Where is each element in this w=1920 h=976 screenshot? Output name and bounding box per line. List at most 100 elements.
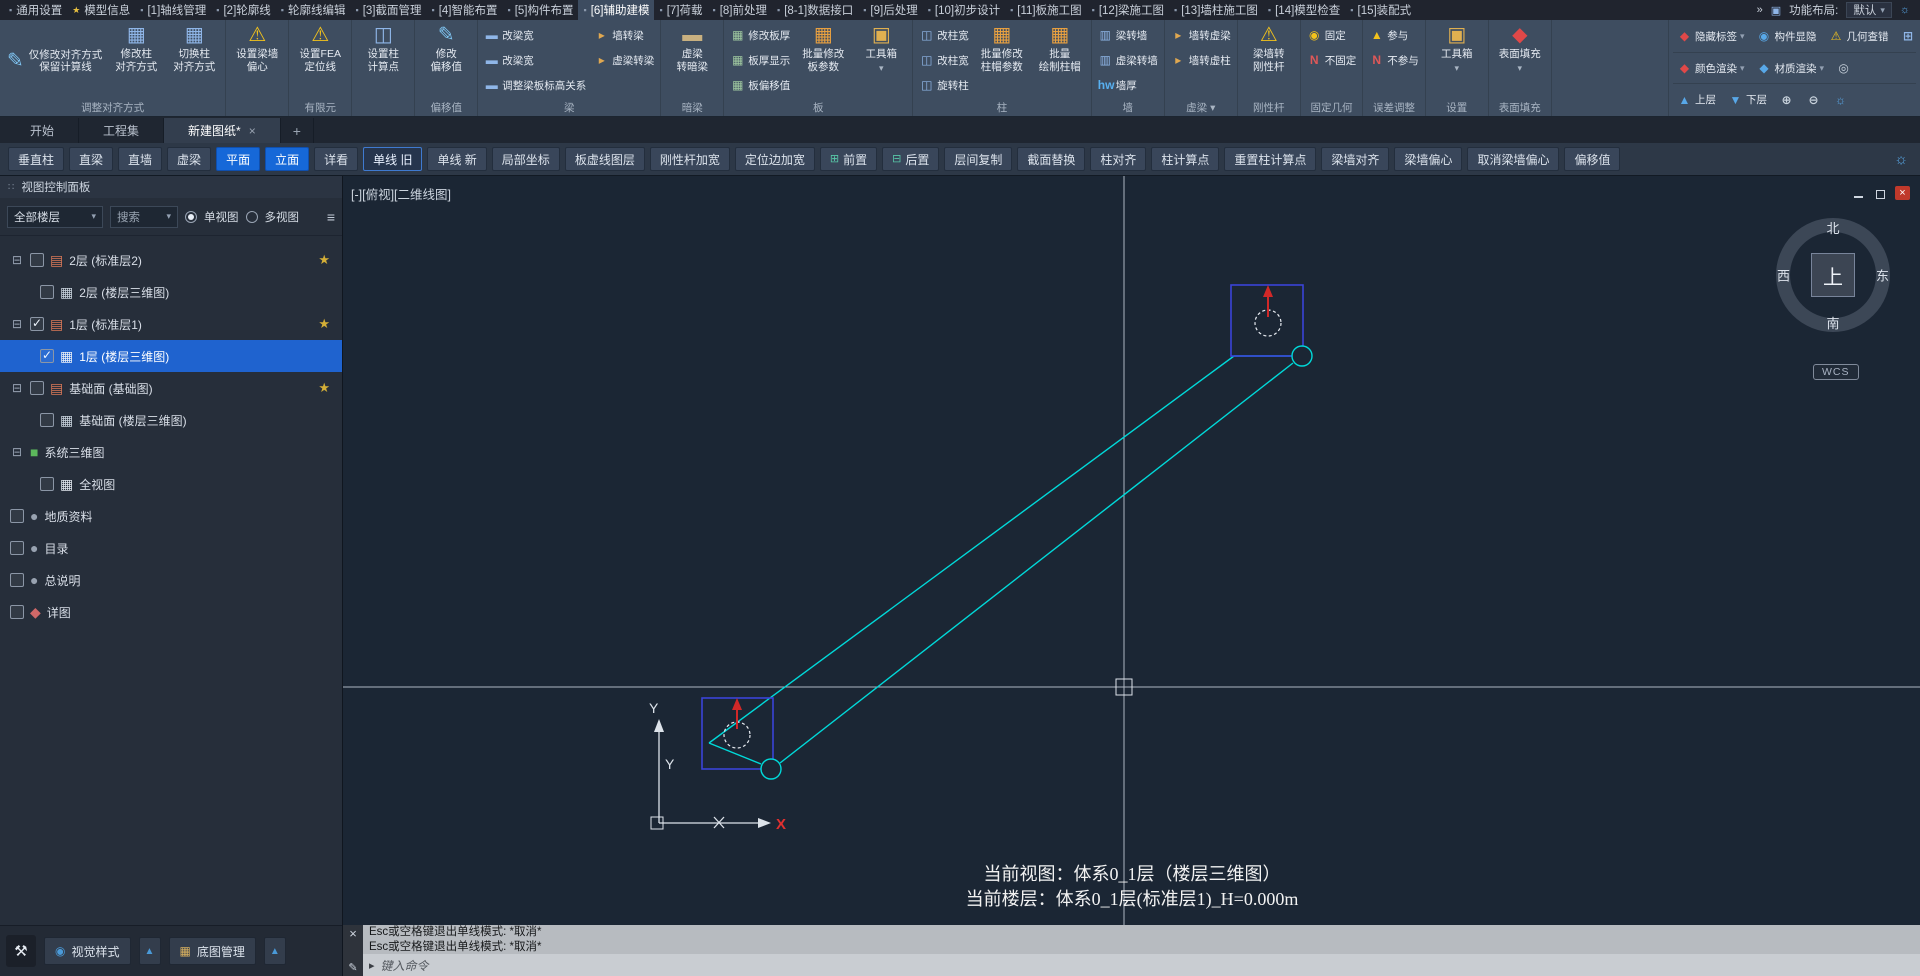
multi-view-radio[interactable] <box>245 210 258 223</box>
toolbar-button[interactable]: 局部坐标 <box>491 147 560 171</box>
ribbon-button[interactable]: ◆ 隐藏标签 ▾ <box>1673 27 1749 46</box>
tab-new-drawing[interactable]: 新建图纸* × <box>164 118 281 143</box>
drawing-canvas[interactable]: Y Y X <box>343 176 1920 925</box>
visual-style-button[interactable]: ◉ 视觉样式 <box>44 937 131 965</box>
compass-south-label[interactable]: 南 <box>1826 313 1839 332</box>
ribbon-button[interactable]: ◫ 旋转柱 <box>916 73 972 97</box>
ribbon-button[interactable]: ▲ 参与 <box>1366 23 1422 47</box>
toolbar-button[interactable]: 板虚线图层 <box>564 147 645 171</box>
add-tab-button[interactable]: + <box>281 118 314 143</box>
ribbon-button[interactable]: ▸ 墙转梁 <box>591 23 657 47</box>
toolbar-button[interactable]: 刚性杆加宽 <box>649 147 730 171</box>
toolbar-button[interactable]: 梁墙偏心 <box>1394 147 1463 171</box>
ribbon-button[interactable]: ⚠ 梁墙转 刚性杆 <box>1241 21 1297 101</box>
ribbon-button[interactable]: ▦ 批量修改 板参数 <box>795 21 851 101</box>
toolbar-button[interactable]: 重置柱计算点 <box>1224 147 1317 171</box>
ribbon-button[interactable]: ◆ 表面填充 ▾ <box>1492 21 1548 101</box>
close-button[interactable]: × <box>1895 186 1910 200</box>
ribbon-button[interactable]: ✎ 修改 偏移值 <box>418 21 474 101</box>
menu-item[interactable]: ▪ [13]墙柱施工图 <box>1169 0 1263 20</box>
toolbar-button[interactable]: 梁墙对齐 <box>1321 147 1390 171</box>
ribbon-button[interactable]: ▬ 虚梁 转暗梁 <box>664 21 720 101</box>
toolbar-button[interactable]: 平面 <box>216 147 261 171</box>
tree-row-floor2-3d[interactable]: ▦ 2层 (楼层三维图) <box>0 276 342 308</box>
drawing-viewport[interactable]: Y Y X [-][俯视][二维线图] × 北 南 西 东 上 WCS 当前视图… <box>343 176 1920 925</box>
favorite-star-icon[interactable]: ★ <box>318 316 330 332</box>
ribbon-button[interactable]: ▦ 修改板厚 <box>727 23 793 47</box>
toolbar-button[interactable]: 柱对齐 <box>1090 147 1147 171</box>
tree-row-general-notes[interactable]: ● 总说明 <box>0 564 342 596</box>
toolbar-button[interactable]: ⊞ 前置 <box>819 147 878 171</box>
toolbar-button[interactable]: 取消梁墙偏心 <box>1467 147 1560 171</box>
toolbar-button[interactable]: 单线 新 <box>427 147 487 171</box>
compass-west-label[interactable]: 西 <box>1777 266 1790 285</box>
ribbon-button[interactable]: ⊖ <box>1802 92 1825 108</box>
ribbon-button[interactable]: ◫ 改柱宽 <box>916 23 972 47</box>
menu-item[interactable]: ▪ 通用设置 <box>4 0 67 20</box>
ribbon-button[interactable]: ▬ 改梁宽 <box>481 48 589 72</box>
ribbon-button[interactable]: ▥ 虚梁转墙 <box>1095 48 1161 72</box>
menu-item[interactable]: ▪ [3]截面管理 <box>350 0 426 20</box>
ribbon-button[interactable]: ▸ 墙转虚柱 <box>1168 48 1234 72</box>
tree-row-catalog[interactable]: ● 目录 <box>0 532 342 564</box>
menu-item[interactable]: ▪ [11]板施工图 <box>1005 0 1087 20</box>
panel-menu-icon[interactable]: ≡ <box>327 209 335 225</box>
menu-item[interactable]: ▪ [2]轮廓线 <box>211 0 276 20</box>
search-select[interactable]: 搜索 ▾ <box>110 205 178 228</box>
beam-node-top[interactable] <box>1291 345 1313 367</box>
ribbon-button[interactable]: hw 墙厚 <box>1095 73 1161 97</box>
command-input[interactable]: ▸ 键入命令 <box>363 954 1920 976</box>
ribbon-button[interactable]: ▦ 板偏移值 <box>727 73 793 97</box>
checkbox[interactable] <box>30 253 44 267</box>
tree-row-system-3d[interactable]: ⊟ ■ 系统三维图 <box>0 436 342 468</box>
checkbox-checked[interactable] <box>30 316 44 331</box>
minimize-button[interactable] <box>1851 186 1866 200</box>
ribbon-button[interactable]: ⊞ <box>1897 28 1920 44</box>
ribbon-button[interactable]: ▦ 板厚显示 <box>727 48 793 72</box>
tree-row-floor1-3d-selected[interactable]: ▦ 1层 (楼层三维图) <box>0 340 342 372</box>
tree-row-full-view[interactable]: ▦ 全视图 <box>0 468 342 500</box>
restore-button[interactable] <box>1873 186 1888 200</box>
menu-item[interactable]: ★ 模型信息 <box>67 0 135 20</box>
ribbon-button[interactable]: ◉ 构件显隐 <box>1753 27 1821 46</box>
compass-top-face[interactable]: 上 <box>1811 253 1855 297</box>
toolbar-button[interactable]: 详看 <box>314 147 359 171</box>
ribbon-button[interactable]: ▦ 切换柱 对齐方式 <box>166 21 222 101</box>
ribbon-button[interactable]: ◫ 改柱宽 <box>916 48 972 72</box>
toolbar-button[interactable]: ⊟ 后置 <box>882 147 940 171</box>
column-symbol-top[interactable] <box>1230 284 1304 357</box>
tools-icon[interactable]: ⚒ <box>6 935 36 967</box>
toolbar-button[interactable]: 垂直柱 <box>8 147 65 171</box>
ribbon-button[interactable]: ◉ 固定 <box>1304 23 1360 47</box>
toolbar-button[interactable]: 直墙 <box>118 147 163 171</box>
ribbon-button[interactable]: ◆ 颜色渲染 ▾ <box>1673 59 1749 78</box>
menu-item[interactable]: ▪ [14]模型检查 <box>1263 0 1345 20</box>
checkbox[interactable] <box>30 381 44 395</box>
visual-style-expand-icon[interactable]: ▲ <box>138 937 161 965</box>
checkbox[interactable] <box>40 413 54 427</box>
menu-item[interactable]: ▪ [8-1]数据接口 <box>772 0 858 20</box>
ribbon-button[interactable]: ▣ 工具箱 ▾ <box>853 21 909 101</box>
ribbon-button[interactable]: ▼ 下层 <box>1724 90 1771 109</box>
wcs-badge[interactable]: WCS <box>1813 364 1859 380</box>
beam-outline[interactable] <box>708 355 1294 765</box>
collapse-icon[interactable]: ⊟ <box>10 317 24 331</box>
menu-item[interactable]: ▪ [15]装配式 <box>1345 0 1416 20</box>
layout-select[interactable]: 默认 ▾ <box>1846 2 1892 18</box>
menu-item[interactable]: ▪ [8]前处理 <box>707 0 772 20</box>
checkbox[interactable] <box>10 541 24 555</box>
menu-item[interactable]: ▪ [5]构件布置 <box>502 0 578 20</box>
tree-row-foundation-3d[interactable]: ▦ 基础面 (楼层三维图) <box>0 404 342 436</box>
ribbon-button[interactable]: ▬ 改梁宽 <box>481 23 589 47</box>
ribbon-button[interactable]: ◎ <box>1832 60 1855 76</box>
toolbar-button[interactable]: 直梁 <box>69 147 114 171</box>
favorite-star-icon[interactable]: ★ <box>318 380 330 396</box>
menu-item[interactable]: ▪ [1]轴线管理 <box>135 0 211 20</box>
tab-start[interactable]: 开始 <box>6 118 80 143</box>
ribbon-button[interactable]: ▸ 虚梁转梁 <box>591 48 657 72</box>
tree-row-floor1[interactable]: ⊟ ▤ 1层 (标准层1) ★ <box>0 308 342 340</box>
collapse-icon[interactable]: ⊟ <box>10 445 24 459</box>
checkbox-checked[interactable] <box>40 348 54 363</box>
favorite-star-icon[interactable]: ★ <box>318 252 330 268</box>
checkbox[interactable] <box>10 509 24 523</box>
